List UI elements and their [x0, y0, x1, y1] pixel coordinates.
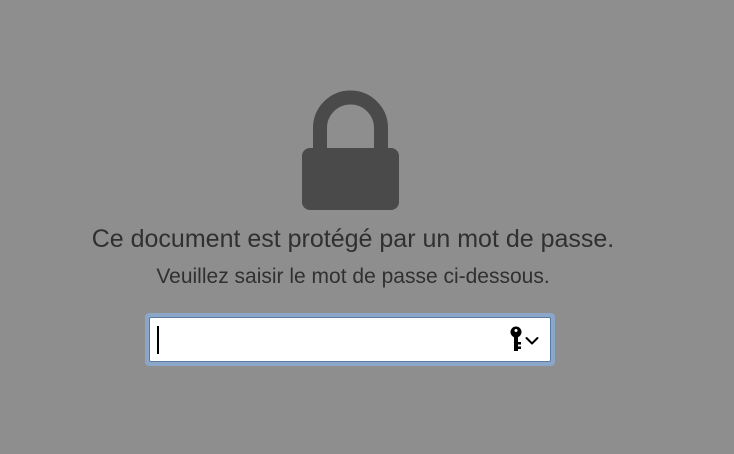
- key-icon: [510, 326, 524, 352]
- password-prompt-subtitle: Veuillez saisir le mot de passe ci-desso…: [156, 265, 550, 288]
- password-prompt-title: Ce document est protégé par un mot de pa…: [91, 225, 615, 253]
- chevron-down-icon: [525, 333, 539, 345]
- password-input[interactable]: [154, 322, 502, 356]
- lock-icon: [302, 88, 399, 210]
- password-autofill-button[interactable]: [510, 324, 544, 354]
- password-field[interactable]: [149, 317, 551, 362]
- text-caret: [157, 326, 159, 354]
- password-field-focus-ring: [145, 313, 555, 366]
